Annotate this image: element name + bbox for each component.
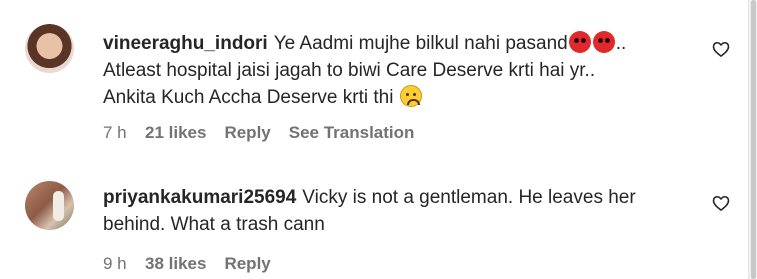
comment-body-line-3: Ankita Kuch Accha Deserve krti thi (103, 87, 394, 108)
scrollbar[interactable] (748, 0, 757, 279)
comment-body-line-1: Ye Aadmi mujhe bilkul nahi pasand (273, 33, 568, 54)
comment-content: priyankakumari25694 Vicky is not a gentle… (103, 184, 683, 274)
heart-icon[interactable] (711, 39, 731, 59)
reply-button[interactable]: Reply (224, 254, 270, 274)
sad-face-icon (399, 85, 422, 107)
comment-timestamp: 9 h (103, 254, 127, 273)
avatar[interactable] (25, 181, 74, 230)
angry-face-icon (592, 31, 615, 53)
comment-text: priyankakumari25694 Vicky is not a gentle… (103, 184, 683, 238)
comment-likes-count[interactable]: 21 likes (145, 123, 206, 143)
scrollbar-thumb[interactable] (751, 0, 756, 279)
comments-panel: vineeraghu_indori Ye Aadmi mujhe bilkul n… (0, 0, 757, 279)
comment-body-line-2: Atleast hospital jaisi jagah to biwi Car… (103, 60, 596, 81)
comment-text: vineeraghu_indori Ye Aadmi mujhe bilkul n… (103, 30, 683, 111)
angry-face-icon (568, 31, 591, 53)
comment-meta: 9 h 38 likes Reply (103, 254, 683, 274)
comment-username[interactable]: priyankakumari25694 (103, 187, 296, 208)
comment-content: vineeraghu_indori Ye Aadmi mujhe bilkul n… (103, 30, 683, 143)
comment-body-ellipsis: .. (615, 33, 627, 54)
heart-icon[interactable] (711, 193, 731, 213)
comment-body-line-2: behind. What a trash cann (103, 214, 325, 235)
reply-button[interactable]: Reply (224, 123, 270, 143)
comment-timestamp: 7 h (103, 123, 127, 142)
avatar[interactable] (25, 24, 74, 73)
comment-username[interactable]: vineeraghu_indori (103, 33, 268, 54)
see-translation-button[interactable]: See Translation (289, 123, 415, 143)
comment-meta: 7 h 21 likes Reply See Translation (103, 123, 683, 143)
comment-likes-count[interactable]: 38 likes (145, 254, 206, 274)
comment-body-line-1: Vicky is not a gentleman. He leaves her (302, 187, 636, 208)
